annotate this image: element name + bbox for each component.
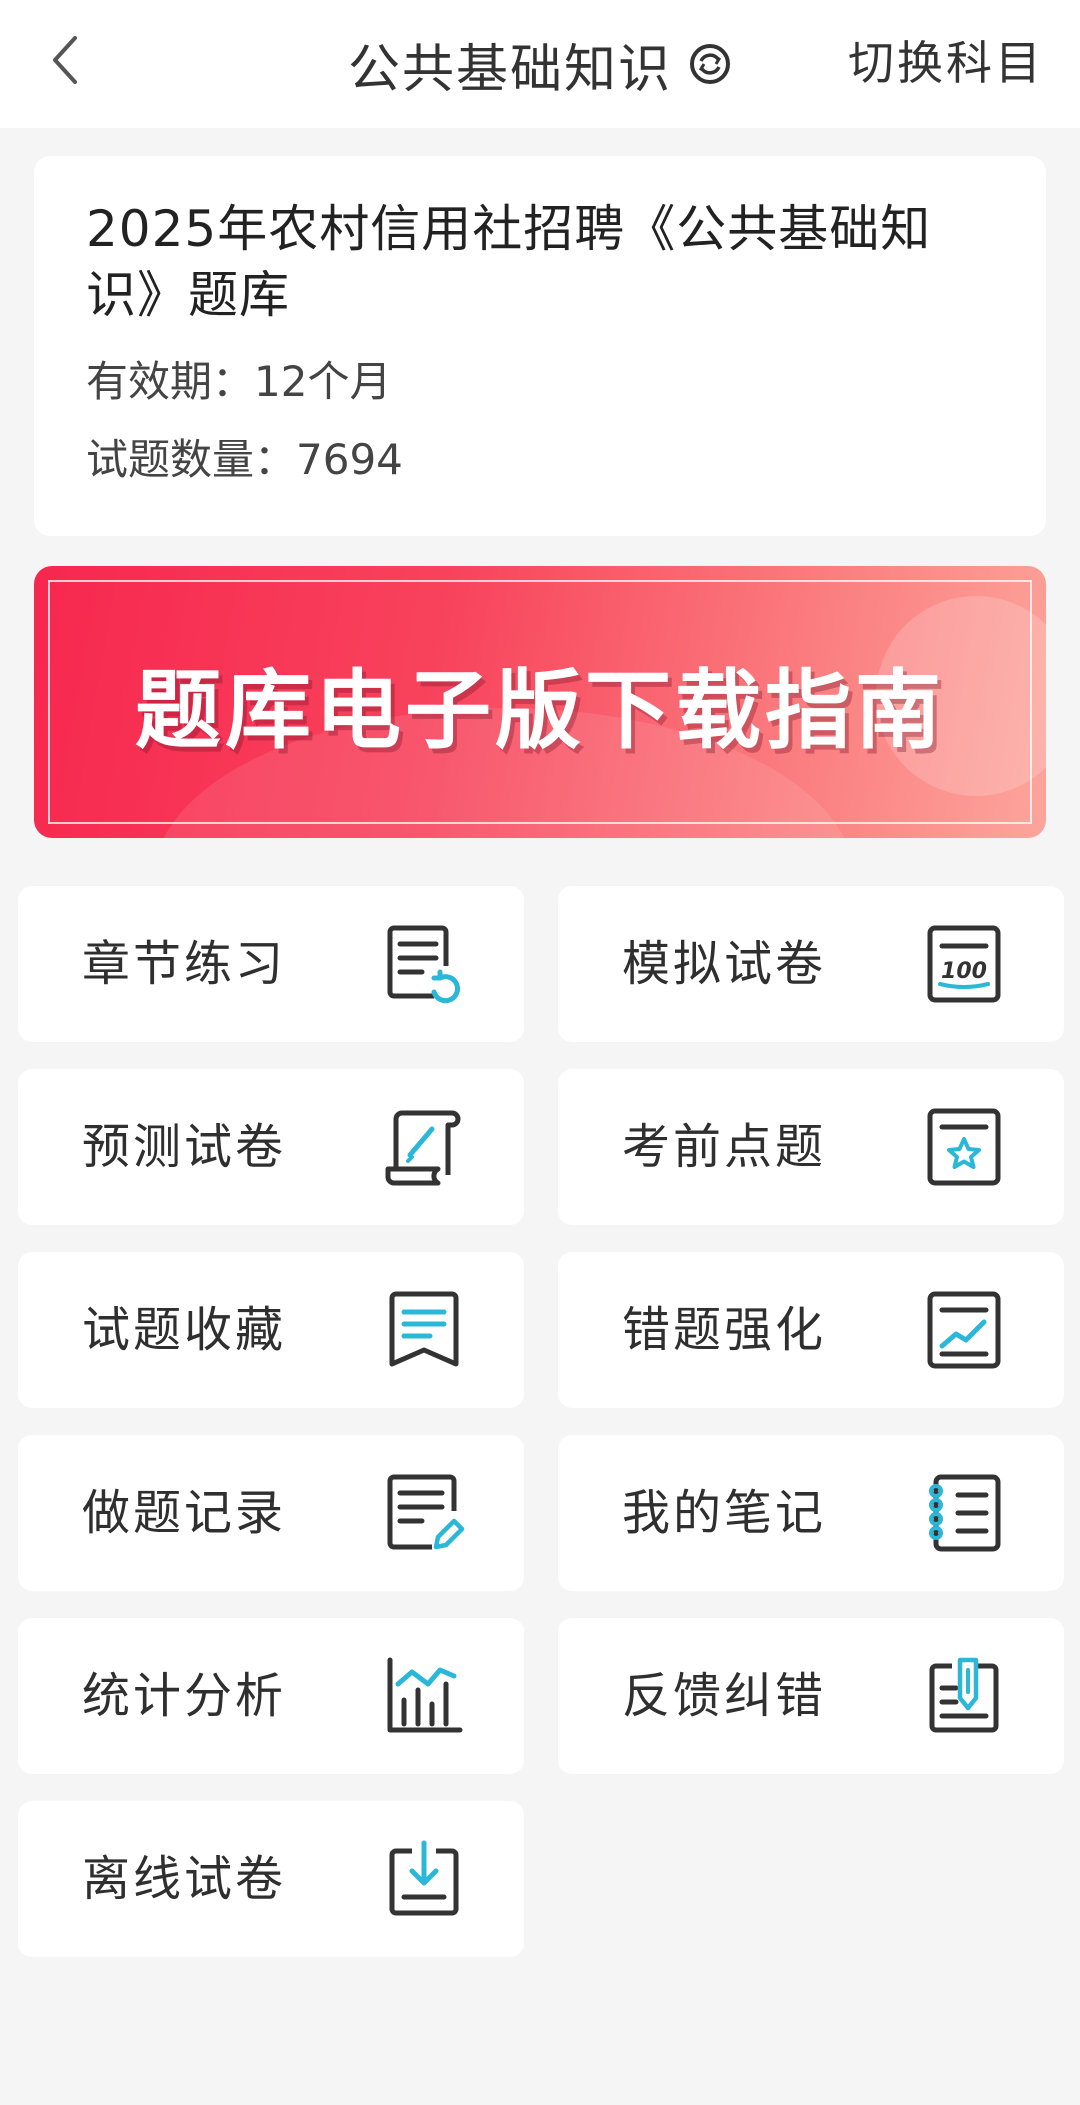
tile-favorites[interactable]: 试题收藏 (18, 1252, 524, 1408)
tile-label: 做题记录 (82, 1485, 287, 1541)
tile-chapter-practice[interactable]: 章节练习 (18, 886, 524, 1042)
tile-feedback[interactable]: 反馈纠错 (558, 1618, 1064, 1774)
tile-predict-exam[interactable]: 预测试卷 (18, 1069, 524, 1225)
download-guide-banner[interactable]: 题库电子版下载指南 (34, 566, 1046, 838)
bookmark-icon (382, 1288, 466, 1372)
document-pen-icon (382, 1471, 466, 1555)
tile-practice-history[interactable]: 做题记录 (18, 1435, 524, 1591)
tile-my-notes[interactable]: 我的笔记 (558, 1435, 1064, 1591)
page-title: 公共基础知识 (347, 39, 672, 100)
download-icon (382, 1837, 466, 1921)
tile-offline-exam[interactable]: 离线试卷 (18, 1801, 524, 1957)
tile-statistics[interactable]: 统计分析 (18, 1618, 524, 1774)
question-bank-title: 2025年农村信用社招聘《公共基础知识》题库 (86, 200, 932, 324)
tile-label: 章节练习 (82, 936, 287, 992)
chevron-left-icon (53, 36, 77, 84)
svg-text:100: 100 (941, 959, 987, 984)
chapter-practice-icon (382, 922, 466, 1006)
tile-label: 反馈纠错 (622, 1668, 827, 1724)
tile-label: 错题强化 (622, 1302, 827, 1358)
tile-label: 模拟试卷 (622, 936, 827, 992)
back-button[interactable] (30, 20, 100, 100)
tile-label: 预测试卷 (82, 1119, 287, 1175)
tile-label: 我的笔记 (622, 1485, 827, 1541)
switch-subject-button[interactable]: 切换科目 (848, 0, 1044, 120)
refresh-icon[interactable] (688, 42, 732, 86)
tile-label: 考前点题 (622, 1119, 827, 1175)
tile-pre-exam-tips[interactable]: 考前点题 (558, 1069, 1064, 1225)
mock-exam-100-icon: 100 (922, 922, 1006, 1006)
top-bar: 公共基础知识 切换科目 (0, 0, 1080, 128)
tile-label: 离线试卷 (82, 1851, 287, 1907)
tile-mock-exam[interactable]: 模拟试卷 100 (558, 886, 1064, 1042)
trend-chart-icon (922, 1288, 1006, 1372)
tile-wrong-questions[interactable]: 错题强化 (558, 1252, 1064, 1408)
scroll-pen-icon (382, 1105, 466, 1189)
question-bank-info-card: 2025年农村信用社招聘《公共基础知识》题库 有效期：12个月 试题数量：769… (34, 156, 1046, 536)
feedback-pen-icon (922, 1654, 1006, 1738)
star-document-icon (922, 1105, 1006, 1189)
tile-label: 试题收藏 (82, 1302, 287, 1358)
banner-text: 题库电子版下载指南 (135, 660, 945, 761)
notebook-icon (922, 1471, 1006, 1555)
tile-label: 统计分析 (82, 1668, 287, 1724)
bar-chart-icon (382, 1654, 466, 1738)
question-count-text: 试题数量：7694 (86, 435, 403, 484)
validity-text: 有效期：12个月 (86, 357, 392, 406)
